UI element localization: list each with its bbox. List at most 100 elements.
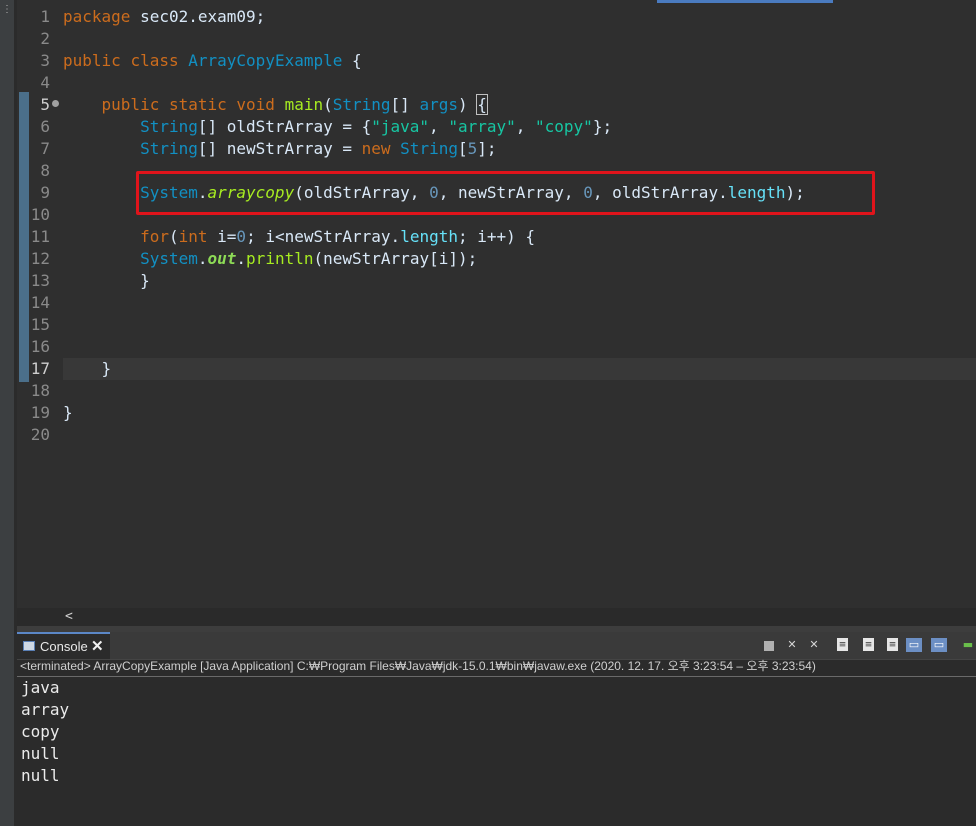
line-number-gutter: 1 2 3 4 5 6 7 8 9 10 11 12 13 14 15 16 1… [17,0,61,608]
console-status-line: <terminated> ArrayCopyExample [Java Appl… [20,659,816,673]
grip-icon[interactable]: ⋮ [2,5,12,20]
display-selected-console-icon[interactable]: ▭ [931,638,947,652]
matching-bracket: { [476,94,488,115]
method-name: main [284,95,324,114]
scroll-left-icon[interactable]: < [65,608,73,626]
console-view: Console ✕ ✕ ✕ ≡ ≡ ≡ ▭ ▭ ▬ <terminated> A… [17,632,976,826]
code-line-13: } [63,270,150,292]
code-text: } [63,403,73,422]
line-number: 19 [30,403,50,422]
code-text: } [140,271,150,290]
console-output-line: java [21,678,60,697]
parameter-name: args [419,95,458,114]
string-literal: "array" [448,117,516,136]
method-name: println [246,249,314,268]
scroll-lock-icon[interactable]: ≡ [863,638,874,651]
line-number: 17 [30,359,50,378]
console-output-line: array [21,700,70,719]
line-number: 10 [30,205,50,224]
remove-all-terminated-icon[interactable]: ✕ [807,638,821,652]
static-field-name: out [207,249,237,268]
type-name: String [332,95,391,114]
current-line-highlight [63,358,976,380]
code-line-11: for(int i=0; i<newStrArray.length; i++) … [63,226,535,248]
keyword: package [63,7,131,26]
keyword: public [101,95,160,114]
line-number: 6 [40,117,50,136]
string-literal: "java" [371,117,430,136]
number-literal: 0 [236,227,247,246]
keyword: class [130,51,179,70]
code-text: ) [457,95,478,114]
terminate-icon[interactable] [764,641,774,651]
code-text: ( [323,95,333,114]
line-number: 4 [40,73,50,92]
console-output-line: copy [21,722,60,741]
code-text: , [515,117,536,136]
keyword: for [140,227,169,246]
keyword: int [178,227,208,246]
pin-console-icon[interactable]: ▭ [906,638,922,652]
fold-toggle-icon[interactable] [52,100,59,107]
code-text: , [429,117,449,136]
code-text: [] [390,95,420,114]
highlight-annotation-box [136,171,875,215]
code-text: }; [592,117,613,136]
class-name: ArrayCopyExample [188,51,343,70]
code-line-1: package sec02.exam09; [63,6,265,28]
horizontal-scrollbar[interactable]: < [17,608,976,626]
line-number: 8 [40,161,50,180]
console-output-line: null [21,744,60,763]
line-number: 2 [40,29,50,48]
code-line-6: String[] oldStrArray = {"java", "array",… [63,116,612,138]
console-icon [23,641,35,651]
line-number: 16 [30,337,50,356]
code-line-17: } [63,358,112,380]
code-text: . [197,249,208,268]
code-text: ; i<newStrArray. [246,227,401,246]
open-console-icon[interactable]: ▬ [961,638,975,652]
console-tab-label: Console [40,639,88,654]
remove-launch-icon[interactable]: ✕ [785,638,799,652]
code-text: [] newStrArray = [197,139,362,158]
console-output-line: null [21,766,60,785]
code-text: [ [457,139,468,158]
code-text: . [236,249,247,268]
code-text: { [342,51,362,70]
type-name: System [140,249,198,268]
code-editor[interactable]: 1 2 3 4 5 6 7 8 9 10 11 12 13 14 15 16 1… [17,0,976,608]
code-line-19: } [63,402,73,424]
type-name: String [400,139,458,158]
code-line-12: System.out.println(newStrArray[i]); [63,248,477,270]
keyword: public [63,51,121,70]
line-number: 20 [30,425,50,444]
console-tab-bar: Console ✕ ✕ ✕ ≡ ≡ ≡ ▭ ▭ ▬ [17,632,976,660]
string-literal: "copy" [535,117,593,136]
left-panel-strip: ⋮ [0,0,14,826]
code-line-3: public class ArrayCopyExample { [63,50,362,72]
code-text-area[interactable]: package sec02.exam09; public class Array… [61,0,976,608]
type-name: String [140,117,198,136]
line-number: 13 [30,271,50,290]
line-number: 3 [40,51,50,70]
line-number: 7 [40,139,50,158]
keyword: new [361,139,391,158]
tab-console[interactable]: Console ✕ [17,632,110,659]
line-number: 12 [30,249,50,268]
code-text: ( [168,227,179,246]
code-line-5: public static void main(String[] args) { [63,94,488,116]
line-number: 9 [40,183,50,202]
word-wrap-icon[interactable]: ≡ [887,638,898,651]
line-number: 11 [30,227,50,246]
close-icon[interactable]: ✕ [91,637,104,657]
line-number: 1 [40,7,50,26]
number-literal: 5 [467,139,478,158]
code-text: [] oldStrArray = { [197,117,372,136]
type-name: String [140,139,198,158]
line-number: 18 [30,381,50,400]
clear-console-icon[interactable]: ≡ [837,638,848,651]
code-text: ]; [477,139,497,158]
keyword: static [168,95,227,114]
code-text: ; i++) { [457,227,536,246]
field-name: length [400,227,458,246]
